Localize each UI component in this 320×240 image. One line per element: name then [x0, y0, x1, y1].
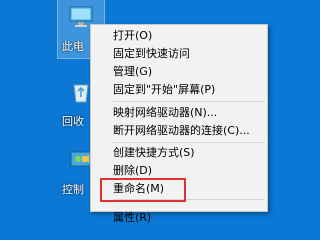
- menu-item-map-drive[interactable]: 映射网络驱动器(N)...: [91, 104, 267, 122]
- menu-separator: [113, 101, 265, 102]
- menu-separator: [113, 142, 265, 143]
- properties-highlight-box: [100, 178, 186, 202]
- desktop: 此电 回收 控制 打开(O) 固定到快速访问 管理(G) 固定到"开始"屏幕(P…: [0, 0, 300, 224]
- menu-item-manage[interactable]: 管理(G): [91, 63, 267, 81]
- menu-item-pin-start[interactable]: 固定到"开始"屏幕(P): [91, 81, 267, 99]
- menu-item-disconnect-drive[interactable]: 断开网络驱动器的连接(C)...: [91, 122, 267, 140]
- recycle-bin-label: 回收: [62, 115, 84, 128]
- menu-item-pin-quick-access[interactable]: 固定到快速访问: [91, 45, 267, 63]
- menu-item-create-shortcut[interactable]: 创建快捷方式(S): [91, 144, 267, 162]
- menu-item-open[interactable]: 打开(O): [91, 27, 267, 45]
- this-pc-label: 此电: [62, 40, 84, 53]
- menu-item-properties[interactable]: 属性(R): [91, 209, 267, 227]
- control-panel-label: 控制: [62, 183, 84, 196]
